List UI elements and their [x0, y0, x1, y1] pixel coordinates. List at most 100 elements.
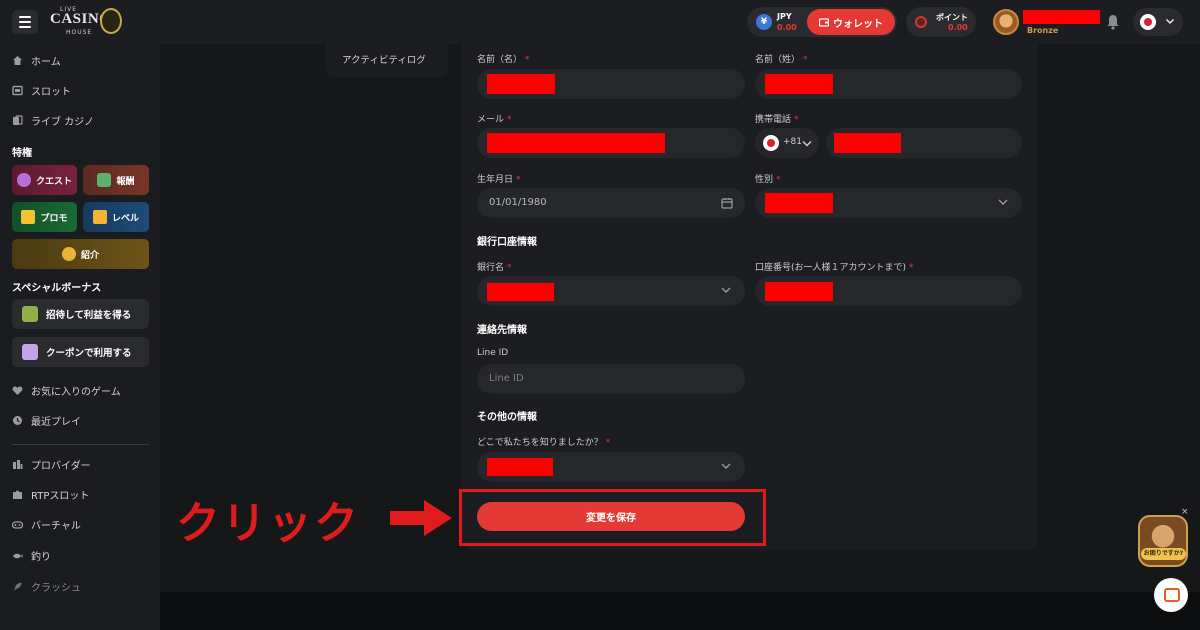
required-mark: * [525, 55, 530, 65]
invite-earn-button[interactable]: 招待して利益を得る [12, 299, 149, 329]
gender-label-text: 性別 [755, 175, 774, 185]
rocket-icon [13, 582, 22, 590]
save-changes-button[interactable]: 変更を保存 [477, 502, 745, 531]
calendar-icon[interactable] [721, 197, 733, 209]
sidebar-item-label: お気に入りのゲーム [31, 386, 121, 398]
bank-name-select[interactable] [477, 276, 745, 306]
country-code-select[interactable]: +81 [755, 128, 819, 158]
points-balance[interactable]: ポイント 0.00 [906, 7, 976, 37]
account-number-field[interactable] [755, 276, 1022, 306]
site-logo[interactable]: LIVE CASINO HOUSE [50, 6, 122, 38]
email-label-text: メール [477, 115, 505, 125]
referral-source-select[interactable] [477, 452, 745, 482]
japan-flag-icon [763, 135, 779, 151]
sidebar-item-crash[interactable]: クラッシュ [12, 576, 81, 596]
hamburger-menu-button[interactable] [12, 10, 38, 34]
first-name-field[interactable] [477, 69, 745, 99]
sidebar-item-home[interactable]: ホーム [12, 50, 61, 70]
currency-balance[interactable]: ¥ JPY 0.00 ウォレット [747, 7, 897, 37]
logo-emblem-icon [100, 8, 122, 34]
japan-flag-icon [1140, 14, 1156, 30]
close-icon[interactable]: × [1181, 507, 1189, 517]
referral-source-label: どこで私たちを知りましたか？ * [477, 435, 610, 448]
required-mark: * [516, 175, 521, 185]
sidebar: ホーム スロット ライブ カジノ 特権 クエスト 報酬 プロモ レベル 紹介 ス… [0, 44, 160, 630]
points-amount: 0.00 [948, 23, 968, 32]
wallet-icon [819, 18, 829, 27]
sidebar-divider [12, 444, 149, 445]
redacted-value [765, 282, 833, 301]
footer [160, 592, 1200, 630]
bonus-label: 招待して利益を得る [46, 310, 132, 321]
user-avatar[interactable] [993, 9, 1019, 35]
point-gem-icon [915, 16, 927, 28]
sidebar-item-live-casino[interactable]: ライブ カジノ [12, 110, 94, 130]
last-name-field[interactable] [755, 69, 1022, 99]
yen-icon: ¥ [756, 14, 772, 30]
email-field[interactable] [477, 128, 745, 158]
required-mark: * [507, 263, 512, 273]
coupon-icon [22, 344, 38, 360]
bell-icon[interactable] [1106, 14, 1120, 30]
gender-select[interactable] [755, 188, 1022, 218]
account-number-label-text: 口座番号(お一人様１アカウントまで) [755, 263, 907, 273]
chat-icon[interactable] [1154, 578, 1188, 612]
phone-field[interactable] [826, 128, 1022, 158]
language-selector[interactable] [1133, 8, 1183, 36]
perk-tile-promo[interactable]: プロモ [12, 202, 77, 232]
sidebar-item-label: プロバイダー [31, 460, 91, 472]
perk-tile-level[interactable]: レベル [83, 202, 149, 232]
sidebar-item-label: 釣り [31, 551, 51, 563]
perk-label: レベル [111, 213, 139, 224]
sidebar-item-slot[interactable]: スロット [12, 80, 71, 100]
points-label: ポイント [936, 13, 968, 22]
perk-label: 報酬 [116, 176, 135, 187]
redacted-value [765, 74, 833, 94]
perk-label: 紹介 [80, 250, 99, 261]
sidebar-item-virtual[interactable]: バーチャル [12, 514, 81, 534]
wallet-button[interactable]: ウォレット [807, 9, 895, 35]
invite-icon [22, 306, 38, 322]
logo-bottom-text: HOUSE [66, 29, 93, 36]
chevron-down-icon [1165, 18, 1175, 25]
redacted-value [834, 133, 901, 153]
currency-code: JPY [777, 12, 792, 21]
sidebar-item-label: バーチャル [31, 520, 81, 532]
wallet-label: ウォレット [833, 18, 883, 30]
bonus-label: クーポンで利用する [46, 348, 132, 359]
support-help-tag[interactable]: お困りですか? [1141, 548, 1186, 560]
first-name-label: 名前（名） * [477, 52, 530, 65]
sidebar-item-fishing[interactable]: 釣り [12, 545, 51, 565]
line-id-label: Line ID [477, 348, 509, 358]
perk-tile-reward[interactable]: 報酬 [83, 165, 149, 195]
promo-icon [21, 210, 36, 224]
contact-section-title: 連絡先情報 [477, 325, 527, 336]
sidebar-item-label: スロット [31, 86, 71, 98]
required-mark: * [776, 175, 781, 185]
provider-icon [13, 459, 23, 469]
coupon-button[interactable]: クーポンで利用する [12, 337, 149, 367]
sidebar-item-label: クラッシュ [31, 582, 81, 594]
reward-icon [97, 173, 112, 187]
tab-activity-log[interactable]: アクティビティログ [342, 52, 426, 66]
slot-icon [12, 85, 23, 95]
sidebar-item-providers[interactable]: プロバイダー [12, 454, 91, 474]
clock-icon [13, 415, 22, 425]
redacted-value [487, 74, 555, 94]
perk-tile-referral[interactable]: 紹介 [12, 239, 149, 269]
perk-tile-quest[interactable]: クエスト [12, 165, 77, 195]
sidebar-item-recent[interactable]: 最近プレイ [12, 410, 81, 430]
sidebar-item-rtp-slots[interactable]: RTPスロット [12, 484, 89, 504]
birthdate-field[interactable]: 01/01/1980 [477, 188, 745, 218]
country-code: +81 [783, 137, 802, 147]
bank-name-label-text: 銀行名 [477, 263, 505, 273]
birthdate-label-text: 生年月日 [477, 175, 514, 185]
required-mark: * [794, 115, 799, 125]
chevron-down-icon [998, 199, 1008, 205]
account-tab-menu: アクティビティログ [326, 44, 448, 77]
chevron-down-icon [721, 287, 731, 293]
sidebar-item-label: ライブ カジノ [31, 116, 94, 128]
line-id-field[interactable]: Line ID [477, 364, 745, 394]
gamepad-icon [12, 520, 23, 529]
sidebar-item-favorites[interactable]: お気に入りのゲーム [12, 380, 121, 400]
